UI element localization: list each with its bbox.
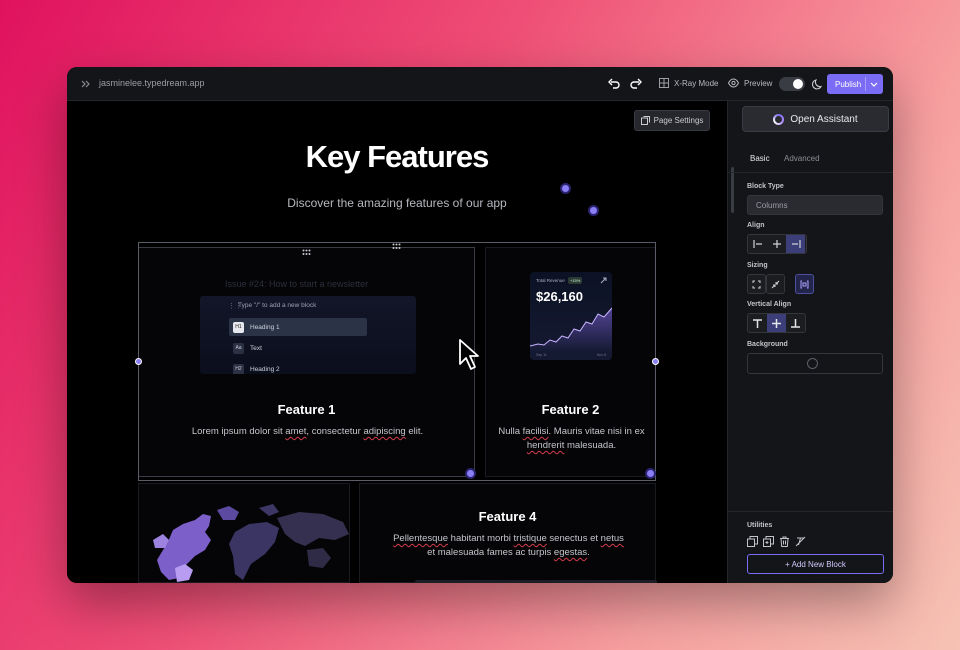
hero-title[interactable]: Key Features xyxy=(67,139,727,175)
open-assistant-label: Open Assistant xyxy=(790,113,858,125)
collaborator-cursor-dot xyxy=(588,205,599,216)
drag-handle-icon[interactable] xyxy=(302,249,311,256)
page-settings-label: Page Settings xyxy=(653,116,704,125)
moon-icon[interactable] xyxy=(811,77,825,91)
xray-mode-label: X-Ray Mode xyxy=(674,78,719,88)
background-label: Background xyxy=(747,341,788,348)
collaborator-cursor-dot xyxy=(465,468,476,479)
undo-icon[interactable] xyxy=(607,77,621,91)
add-new-block-button[interactable]: + Add New Block xyxy=(747,554,884,574)
fit-size-icon[interactable] xyxy=(747,274,766,294)
feature-title[interactable]: Feature 4 xyxy=(360,509,655,524)
card-bottom-preview xyxy=(415,580,657,583)
duplicate-icon[interactable] xyxy=(763,536,774,547)
clear-format-icon[interactable] xyxy=(795,536,806,547)
page-settings-icon xyxy=(640,116,650,125)
copy-icon[interactable] xyxy=(747,536,758,547)
sidebar-tabs: Basic Advanced xyxy=(728,141,893,173)
utilities-toolbar xyxy=(747,536,806,547)
vertical-align-label: Vertical Align xyxy=(747,301,792,308)
publish-label: Publish xyxy=(835,79,862,89)
column-selection-outline xyxy=(138,242,656,481)
xray-grid-icon xyxy=(659,78,669,88)
vertical-align-top-icon[interactable] xyxy=(748,314,767,332)
preview-label: Preview xyxy=(744,78,773,88)
full-width-icon[interactable] xyxy=(795,274,814,294)
align-center-icon[interactable] xyxy=(767,235,786,253)
vertical-align-button-group xyxy=(747,313,806,333)
redo-icon[interactable] xyxy=(629,77,643,91)
expand-sidebar-icon[interactable] xyxy=(79,77,93,91)
toggle-knob xyxy=(793,79,803,89)
vertical-align-bottom-icon[interactable] xyxy=(786,314,805,332)
open-assistant-button[interactable]: Open Assistant xyxy=(742,106,889,132)
site-url: jasminelee.typedream.app xyxy=(99,78,205,88)
resize-handle-left[interactable] xyxy=(135,358,142,365)
background-color-picker[interactable] xyxy=(747,353,883,374)
publish-button[interactable]: Publish xyxy=(827,74,883,94)
page-canvas[interactable]: Page Settings Key Features Discover the … xyxy=(67,101,727,583)
resize-handle-right[interactable] xyxy=(652,358,659,365)
chevron-down-icon[interactable] xyxy=(869,79,879,89)
collaborator-cursor-dot xyxy=(645,468,656,479)
world-map-image xyxy=(153,504,349,582)
theme-toggle[interactable] xyxy=(779,77,805,91)
vertical-align-middle-icon[interactable] xyxy=(767,314,786,332)
utilities-label: Utilities xyxy=(747,522,773,529)
align-left-icon[interactable] xyxy=(748,235,767,253)
publish-divider xyxy=(865,77,866,91)
align-label: Align xyxy=(747,222,765,229)
preview-button[interactable]: Preview xyxy=(728,78,772,88)
sidebar-divider xyxy=(728,511,893,512)
mouse-pointer-icon xyxy=(457,338,483,372)
xray-mode-button[interactable]: X-Ray Mode xyxy=(659,78,718,88)
app-window: jasminelee.typedream.app X-Ray Mode Prev… xyxy=(67,67,893,583)
color-swatch-icon xyxy=(807,358,818,369)
block-type-field[interactable]: Columns xyxy=(747,195,883,215)
tab-advanced[interactable]: Advanced xyxy=(784,154,820,163)
trash-icon[interactable] xyxy=(779,536,790,547)
feature-description[interactable]: Pellentesque habitant morbi tristique se… xyxy=(390,532,627,560)
eye-icon xyxy=(728,78,739,88)
block-type-label: Block Type xyxy=(747,183,784,190)
drag-handle-icon[interactable] xyxy=(392,243,401,250)
collaborator-cursor-dot xyxy=(560,183,571,194)
add-new-block-label: + Add New Block xyxy=(785,559,846,569)
sidebar-scrollbar[interactable] xyxy=(731,167,734,213)
tab-basic[interactable]: Basic xyxy=(750,154,770,163)
sizing-label: Sizing xyxy=(747,262,768,269)
page-settings-button[interactable]: Page Settings xyxy=(634,110,710,131)
assistant-icon xyxy=(773,113,785,125)
properties-sidebar: Open Assistant Basic Advanced Block Type… xyxy=(727,101,893,583)
align-button-group xyxy=(747,234,807,254)
top-bar: jasminelee.typedream.app X-Ray Mode Prev… xyxy=(67,67,893,101)
shrink-size-icon[interactable] xyxy=(766,274,785,294)
feature-card-3[interactable] xyxy=(138,483,350,583)
feature-card-4[interactable]: Feature 4 Pellentesque habitant morbi tr… xyxy=(359,483,657,583)
align-right-icon[interactable] xyxy=(786,235,805,253)
hero-subtitle[interactable]: Discover the amazing features of our app xyxy=(67,196,727,210)
